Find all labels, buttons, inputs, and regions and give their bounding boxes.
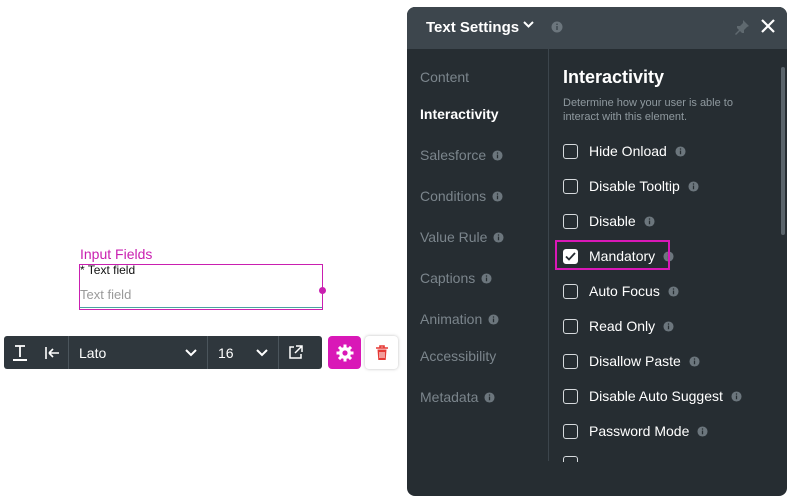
info-icon	[492, 190, 503, 202]
option-label: Disable Auto Suggest	[589, 388, 723, 404]
pin-icon[interactable]	[734, 19, 750, 35]
nav-item-label: Interactivity	[420, 106, 499, 122]
option-hide-onload[interactable]: Hide Onload	[563, 141, 686, 161]
option-auto-focus[interactable]: Auto Focus	[563, 281, 679, 301]
info-icon	[689, 355, 700, 367]
option-label: Disallow Paste	[589, 353, 681, 369]
option-partial[interactable]	[563, 456, 589, 462]
element-toolbar: Lato 16	[4, 336, 322, 369]
info-icon	[688, 180, 699, 192]
checkbox[interactable]	[563, 178, 578, 194]
checkbox[interactable]	[563, 318, 578, 334]
font-family-select[interactable]: Lato	[69, 336, 207, 369]
nav-item-label: Animation	[420, 311, 483, 327]
nav-item-label: Metadata	[420, 389, 479, 405]
delete-button[interactable]	[365, 336, 398, 369]
info-icon	[697, 425, 708, 437]
info-icon	[488, 313, 499, 325]
info-icon	[731, 390, 742, 402]
checkbox[interactable]	[563, 388, 578, 404]
checkbox[interactable]	[563, 423, 578, 439]
nav-item-content[interactable]: Content	[420, 69, 469, 85]
nav-item-label: Content	[420, 69, 470, 85]
option-label: Hide Onload	[589, 143, 667, 159]
text-format-button[interactable]	[4, 336, 36, 369]
nav-item-conditions[interactable]: Conditions	[420, 188, 503, 204]
option-password-mode[interactable]: Password Mode	[563, 421, 708, 441]
nav-item-captions[interactable]: Captions	[420, 270, 492, 286]
font-family-value: Lato	[79, 344, 107, 361]
checkbox[interactable]	[563, 213, 578, 229]
info-icon	[644, 215, 655, 227]
align-start-icon	[45, 346, 59, 359]
text-field-placeholder[interactable]: Text field	[80, 287, 131, 302]
nav-item-salesforce[interactable]: Salesforce	[420, 147, 503, 163]
align-left-button[interactable]	[36, 336, 68, 369]
nav-divider	[548, 49, 549, 461]
chevron-down-icon	[256, 348, 268, 356]
option-disable-tooltip[interactable]: Disable Tooltip	[563, 176, 699, 196]
text-field-label: * Text field	[80, 263, 136, 277]
nav-item-animation[interactable]: Animation	[420, 311, 499, 327]
checkbox[interactable]	[563, 456, 578, 462]
option-label: Auto Focus	[589, 283, 660, 299]
checkbox[interactable]	[563, 353, 578, 369]
nav-item-value-rule[interactable]: Value Rule	[420, 229, 504, 245]
option-disallow-paste[interactable]: Disallow Paste	[563, 351, 700, 371]
option-disable-auto-suggest[interactable]: Disable Auto Suggest	[563, 386, 742, 406]
option-label: Disable Tooltip	[589, 178, 680, 194]
option-read-only[interactable]: Read Only	[563, 316, 674, 336]
text-underline-icon	[13, 344, 27, 361]
nav-item-accessibility[interactable]: Accessibility	[420, 348, 496, 364]
chevron-down-icon[interactable]	[523, 21, 534, 29]
nav-item-label: Captions	[420, 270, 476, 286]
nav-item-interactivity[interactable]: Interactivity	[420, 106, 499, 122]
checkbox[interactable]	[563, 283, 578, 299]
input-fields-group-label: Input Fields	[80, 246, 153, 262]
nav-item-metadata[interactable]: Metadata	[420, 389, 495, 405]
resize-handle[interactable]	[319, 287, 326, 294]
checkbox[interactable]	[563, 143, 578, 159]
gear-icon	[336, 344, 353, 361]
info-icon	[492, 149, 503, 161]
option-label: Disable	[589, 213, 636, 229]
mandatory-highlight	[555, 240, 670, 270]
option-label: Password Mode	[589, 423, 690, 439]
text-settings-panel: Text Settings Content Interactivity Sale…	[407, 7, 787, 496]
nav-item-label: Salesforce	[420, 147, 487, 163]
scrollbar[interactable]	[781, 67, 785, 235]
section-title: Interactivity	[563, 67, 665, 87]
info-icon	[493, 231, 504, 243]
text-field-underline	[80, 307, 322, 308]
text-field-element[interactable]: * Text field Text field	[79, 263, 326, 310]
font-size-select[interactable]: 16	[208, 336, 278, 369]
trash-icon	[375, 344, 388, 360]
panel-header: Text Settings	[407, 7, 787, 49]
info-icon	[551, 21, 563, 33]
chevron-down-icon	[185, 348, 197, 356]
info-icon	[668, 285, 679, 297]
nav-item-label: Value Rule	[420, 229, 488, 245]
info-icon	[481, 272, 492, 284]
nav-item-label: Accessibility	[420, 348, 497, 364]
open-external-button[interactable]	[279, 336, 311, 369]
panel-title[interactable]: Text Settings	[426, 19, 519, 36]
close-icon[interactable]	[759, 17, 777, 35]
external-link-icon	[288, 345, 303, 359]
info-icon	[484, 391, 495, 403]
section-description: Determine how your user is able to inter…	[563, 97, 733, 123]
settings-button[interactable]	[328, 336, 361, 369]
option-label: Read Only	[589, 318, 656, 334]
option-disable[interactable]: Disable	[563, 211, 655, 231]
font-size-value: 16	[218, 344, 234, 361]
info-icon	[663, 320, 674, 332]
info-icon	[675, 145, 686, 157]
nav-item-label: Conditions	[420, 188, 487, 204]
